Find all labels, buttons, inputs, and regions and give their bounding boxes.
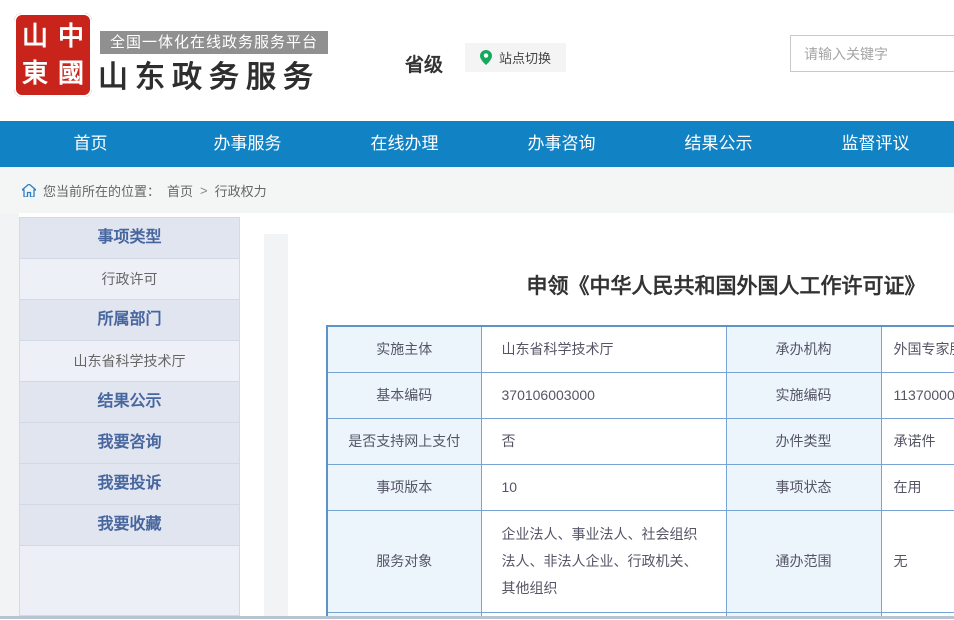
field-value: 承诺件 <box>881 418 954 464</box>
field-label: 通办范围 <box>726 510 881 612</box>
seal-char: 山 <box>17 20 53 54</box>
matter-info-table: 实施主体 山东省科学技术厅 承办机构 外国专家服务 基本编码 370106003… <box>326 325 954 616</box>
site-level-label: 省级 <box>405 50 443 77</box>
page-left-margin <box>0 213 19 617</box>
field-value: 370106003000 <box>481 372 726 418</box>
breadcrumb-separator: > <box>200 183 208 198</box>
field-label: 基本编码 <box>327 372 481 418</box>
table-row: 事项版本 10 事项状态 在用 <box>327 464 954 510</box>
field-value: 无 <box>881 510 954 612</box>
table-row: 实施主体 山东省科学技术厅 承办机构 外国专家服务 <box>327 326 954 372</box>
seal-char: 國 <box>53 57 89 91</box>
breadcrumb-home-link[interactable]: 首页 <box>167 181 193 200</box>
seal-char: 中 <box>53 20 89 54</box>
field-label: 事项版本 <box>327 464 481 510</box>
nav-item-home[interactable]: 首页 <box>12 121 169 167</box>
breadcrumb: 您当前所在的位置： 首页 > 行政权力 <box>0 167 954 213</box>
nav-item-results[interactable]: 结果公示 <box>640 121 797 167</box>
field-label: 是否支持网上支付 <box>327 418 481 464</box>
footer-top-border <box>0 616 954 619</box>
breadcrumb-current-link[interactable]: 行政权力 <box>215 181 267 200</box>
main-navigation: 首页 办事服务 在线办理 办事咨询 结果公示 监督评议 <box>0 121 954 167</box>
platform-badge: 全国一体化在线政务服务平台 <box>100 31 328 54</box>
table-row: 是否支持网上支付 否 办件类型 承诺件 <box>327 418 954 464</box>
site-switch-label: 站点切换 <box>499 48 551 67</box>
sidebar-menu: 事项类型 行政许可 所属部门 山东省科学技术厅 结果公示 我要咨询 我要投诉 我… <box>19 217 240 616</box>
page-title: 申领《中华人民共和国外国人工作许可证》 <box>326 270 954 300</box>
field-label: 办件类型 <box>726 418 881 464</box>
field-value: 否 <box>481 418 726 464</box>
field-value: 在用 <box>881 464 954 510</box>
nav-item-consultation[interactable]: 办事咨询 <box>483 121 640 167</box>
nav-item-online-handling[interactable]: 在线办理 <box>326 121 483 167</box>
field-label: 实施主体 <box>327 326 481 372</box>
sidebar-item-results[interactable]: 结果公示 <box>20 382 239 423</box>
sidebar-item-department[interactable]: 所属部门 <box>20 300 239 341</box>
content-divider <box>264 234 288 616</box>
location-pin-icon <box>480 50 492 65</box>
table-row: 服务对象 企业法人、事业法人、社会组织法人、非法人企业、行政机关、其他组织 通办… <box>327 510 954 612</box>
field-value: 山东省科学技术厅 <box>481 326 726 372</box>
sidebar-item-sci-tech-dept[interactable]: 山东省科学技术厅 <box>20 341 239 382</box>
site-switch-button[interactable]: 站点切换 <box>465 43 566 72</box>
field-value: 外国专家服务 <box>881 326 954 372</box>
site-title: 山东政务服务 <box>98 52 320 96</box>
field-label: 服务对象 <box>327 510 481 612</box>
sidebar-item-consult[interactable]: 我要咨询 <box>20 423 239 464</box>
seal-char: 東 <box>17 57 53 91</box>
site-header: 山 中 東 國 全国一体化在线政务服务平台 山东政务服务 省级 站点切换 <box>0 0 954 121</box>
main-content: 申领《中华人民共和国外国人工作许可证》 实施主体 山东省科学技术厅 承办机构 外… <box>288 213 954 616</box>
field-label: 事项状态 <box>726 464 881 510</box>
home-icon <box>22 184 36 197</box>
table-row: 基本编码 370106003000 实施编码 113700000 <box>327 372 954 418</box>
field-label: 实施编码 <box>726 372 881 418</box>
field-label: 承办机构 <box>726 326 881 372</box>
sidebar-item-matter-type[interactable]: 事项类型 <box>20 218 239 259</box>
field-value: 企业法人、事业法人、社会组织法人、非法人企业、行政机关、其他组织 <box>481 510 726 612</box>
field-value: 10 <box>481 464 726 510</box>
search-input[interactable] <box>790 35 954 72</box>
nav-item-supervision[interactable]: 监督评议 <box>797 121 954 167</box>
field-value: 113700000 <box>881 372 954 418</box>
sidebar-item-admin-license[interactable]: 行政许可 <box>20 259 239 300</box>
sidebar-item-complaint[interactable]: 我要投诉 <box>20 464 239 505</box>
nav-item-services[interactable]: 办事服务 <box>169 121 326 167</box>
sidebar-item-favorite[interactable]: 我要收藏 <box>20 505 239 546</box>
breadcrumb-prefix: 您当前所在的位置： <box>43 181 160 200</box>
shandong-seal-logo-icon: 山 中 東 國 <box>14 13 92 97</box>
